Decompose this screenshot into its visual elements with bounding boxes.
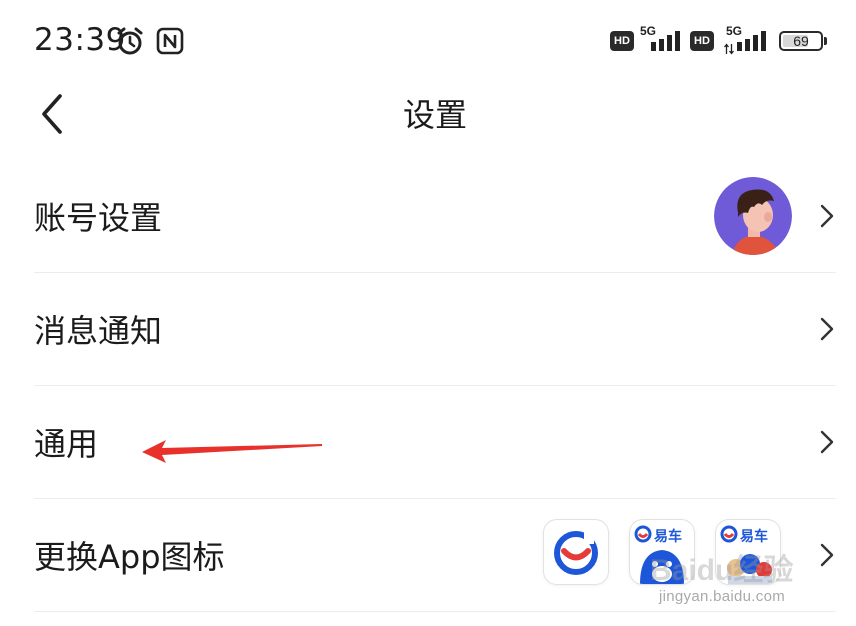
hd-badge: HD — [690, 31, 714, 51]
battery-tip — [824, 37, 827, 45]
settings-item-label: 更换App图标 — [34, 538, 225, 576]
battery-level: 69 — [793, 33, 809, 49]
app-icon-option[interactable] — [543, 519, 609, 585]
settings-item-label: 通用 — [34, 425, 99, 463]
page-title: 设置 — [402, 96, 467, 134]
settings-item-account[interactable]: 账号设置 — [34, 160, 836, 272]
signal-icon — [650, 30, 684, 56]
hd-badge: HD — [610, 31, 634, 51]
chevron-right-icon — [820, 317, 834, 345]
signal-icon — [736, 30, 770, 56]
avatar — [714, 177, 792, 255]
settings-item-label: 消息通知 — [34, 312, 163, 350]
app-icon-text: 易车 — [654, 529, 682, 545]
annotation-arrow-icon — [140, 438, 326, 470]
divider — [34, 611, 836, 612]
settings-item-label: 账号设置 — [34, 199, 163, 237]
status-bar: 23:39 HD 5G HD 5G 69 — [0, 0, 856, 84]
watermark-brand: Baidu经验 — [650, 553, 793, 587]
nfc-icon — [156, 27, 184, 59]
alarm-clock-icon — [115, 27, 145, 61]
settings-item-notifications[interactable]: 消息通知 — [34, 273, 836, 385]
chevron-right-icon — [820, 430, 834, 458]
data-transfer-icon — [723, 40, 735, 59]
app-icon-text: 易车 — [740, 529, 768, 545]
chevron-right-icon — [820, 543, 834, 571]
watermark-url: jingyan.baidu.com — [659, 588, 786, 605]
chevron-right-icon — [820, 204, 834, 232]
yiche-logo-icon — [554, 531, 598, 575]
battery-icon: 69 — [779, 31, 823, 51]
status-time: 23:39 — [34, 22, 126, 58]
